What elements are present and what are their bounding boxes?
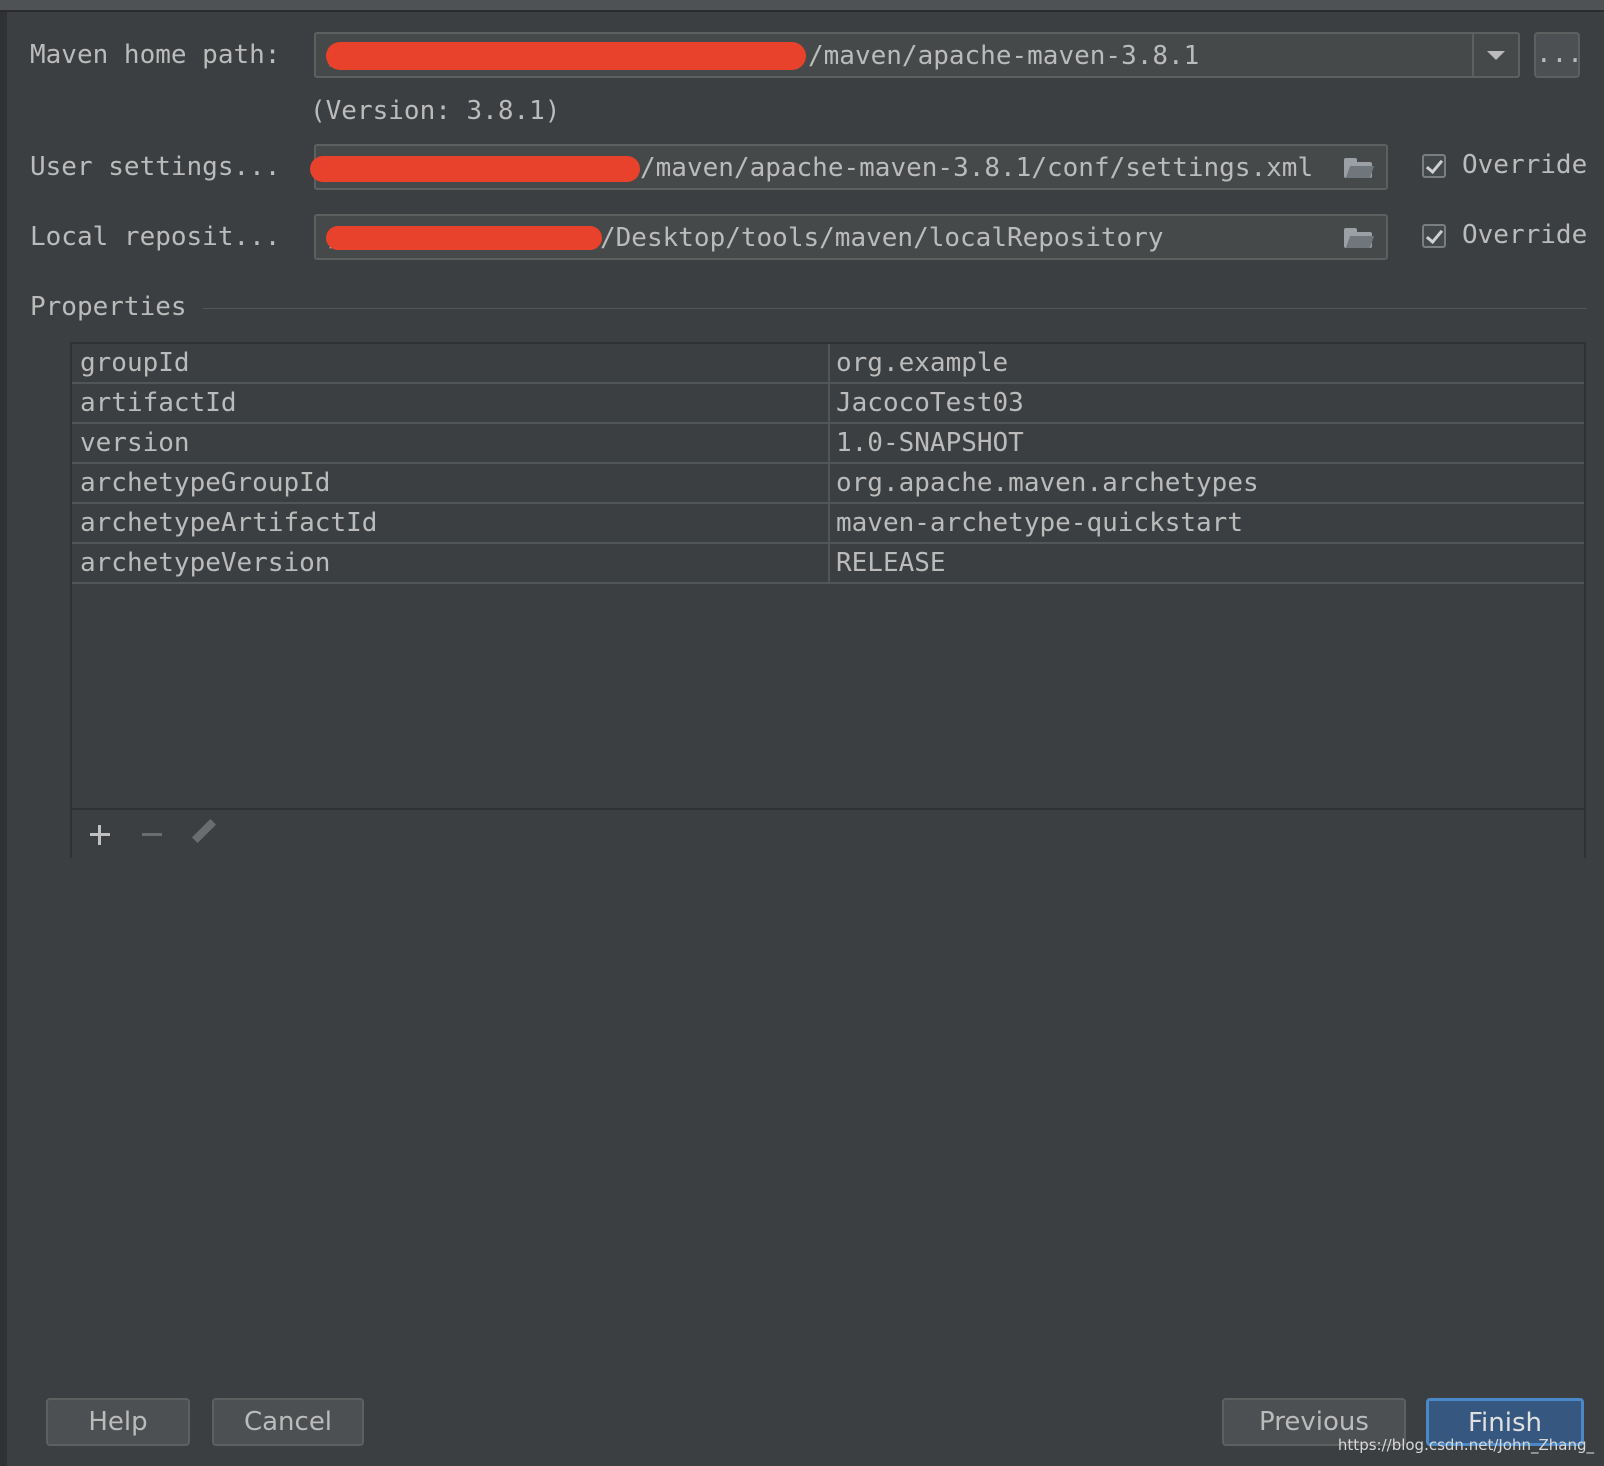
maven-version-text: (Version: 3.8.1) xyxy=(310,96,561,126)
maven-home-combobox[interactable]: / /maven/apache-maven-3.8.1 xyxy=(314,32,1520,78)
local-repository-override-checkbox[interactable] xyxy=(1422,224,1446,248)
local-repository-value: /Desktop/tools/maven/localRepository xyxy=(600,223,1164,253)
plus-icon[interactable] xyxy=(82,816,118,852)
folder-icon[interactable] xyxy=(1344,158,1375,178)
property-value: org.example xyxy=(836,348,1009,378)
watermark: https://blog.csdn.net/John_Zhang_ xyxy=(1337,1436,1594,1454)
user-settings-override-checkbox[interactable] xyxy=(1422,154,1446,178)
property-value: maven-archetype-quickstart xyxy=(836,508,1243,538)
local-repository-label: Local reposit... xyxy=(30,222,281,252)
property-key: archetypeGroupId xyxy=(80,468,331,498)
property-key: artifactId xyxy=(80,388,237,418)
user-settings-value: /maven/apache-maven-3.8.1/conf/settings.… xyxy=(640,153,1314,183)
local-repository-field[interactable]: / /Desktop/tools/maven/localRepository xyxy=(314,214,1388,260)
property-key: groupId xyxy=(80,348,190,378)
property-value: 1.0-SNAPSHOT xyxy=(836,428,1024,458)
column-divider xyxy=(828,344,830,584)
maven-home-label: Maven home path: xyxy=(30,40,281,70)
redaction-mark xyxy=(326,226,602,250)
property-value: org.apache.maven.archetypes xyxy=(836,468,1259,498)
window-left-edge xyxy=(0,12,7,1466)
window-top-bar xyxy=(0,0,1604,12)
browse-button[interactable]: ... xyxy=(1534,32,1583,78)
property-key: archetypeArtifactId xyxy=(80,508,378,538)
maven-home-value: /maven/apache-maven-3.8.1 xyxy=(808,41,1200,71)
properties-title: Properties xyxy=(30,292,187,322)
help-button[interactable]: Help xyxy=(46,1398,190,1446)
minus-icon[interactable] xyxy=(134,816,170,852)
folder-icon[interactable] xyxy=(1344,228,1375,248)
cancel-button[interactable]: Cancel xyxy=(212,1398,364,1446)
user-settings-field[interactable]: /maven/apache-maven-3.8.1/conf/settings.… xyxy=(310,144,1388,190)
redaction-mark xyxy=(326,42,806,70)
properties-toolbar xyxy=(72,808,1584,858)
user-settings-label: User settings... xyxy=(30,152,281,182)
redaction-mark xyxy=(310,156,640,182)
property-value: RELEASE xyxy=(836,548,946,578)
property-key: version xyxy=(80,428,190,458)
local-repository-override-label: Override xyxy=(1462,220,1588,250)
pencil-icon[interactable] xyxy=(186,816,222,852)
properties-separator xyxy=(203,308,1587,309)
user-settings-override-label: Override xyxy=(1462,150,1588,180)
property-value: JacocoTest03 xyxy=(836,388,1024,418)
property-key: archetypeVersion xyxy=(80,548,331,578)
properties-table: groupId org.example artifactId JacocoTes… xyxy=(70,342,1586,858)
chevron-down-icon[interactable] xyxy=(1472,34,1518,76)
